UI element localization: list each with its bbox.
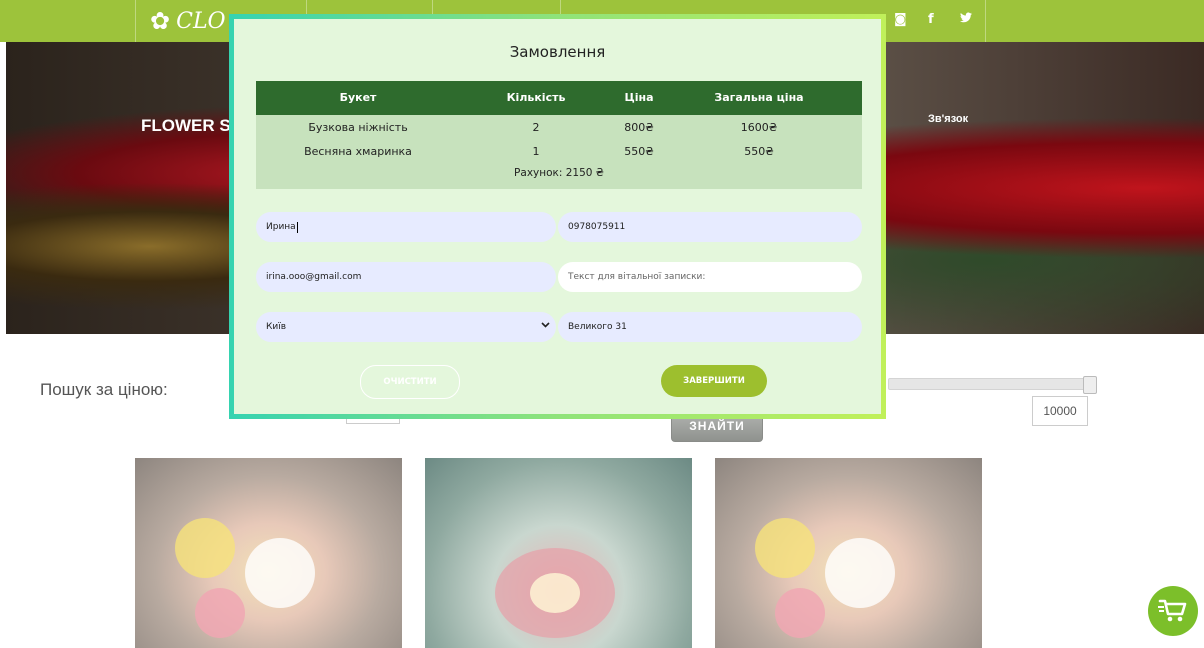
facebook-icon[interactable]: f [928,12,934,27]
email-input[interactable]: irina.ooo@gmail.com [256,262,556,292]
clear-button[interactable]: ОЧИСТИТИ [360,365,460,399]
price-search-label: Пошук за ціною: [40,380,168,399]
phone-input[interactable]: 0978075911 [558,212,862,242]
name-input[interactable]: Ирина [256,212,556,242]
greeting-note-input[interactable]: Текст для вітальної записки: [558,262,862,292]
quantity: 2 [532,121,540,134]
modal-title: Замовлення [509,43,606,61]
table-header: Букет Кількість Ціна Загальна ціна [256,81,862,115]
finish-button[interactable]: ЗАВЕРШИТИ [661,365,767,397]
bouquet-image [775,588,825,638]
slider-handle[interactable] [1083,376,1097,394]
address-input[interactable]: Великого 31 [558,312,862,342]
city-value: Київ [266,322,287,332]
bouquet-image [530,573,580,613]
order-modal: Замовлення Букет Кількість Ціна Загальна… [229,14,886,419]
column-header: Ціна [624,91,654,104]
twitter-icon[interactable] [960,12,972,27]
quantity: 1 [532,145,540,158]
bill-total: Рахунок: 2150 ₴ [514,167,604,179]
bouquet-image [175,518,235,578]
text-cursor [296,221,298,233]
nav-divider [985,0,986,42]
shopping-cart-icon [1158,599,1187,622]
price-range-slider[interactable] [888,376,1097,394]
total-price: 1600₴ [740,121,778,134]
bouquet-image [825,538,895,608]
max-price-input[interactable]: 10000 [1032,396,1088,426]
bouquet-name: Весняна хмаринка [304,145,412,158]
instagram-icon[interactable]: ◙ [894,12,907,27]
bouquet-image [755,518,815,578]
bouquet-name: Бузкова ніжність [308,121,408,134]
nav-divider [135,0,136,42]
cart-button[interactable] [1148,586,1198,636]
product-card[interactable] [425,458,692,648]
product-card[interactable] [715,458,982,648]
column-header: Букет [339,91,377,104]
column-header: Кількість [506,91,566,104]
order-table: Букет Кількість Ціна Загальна ціна Бузко… [256,81,862,189]
chevron-down-icon [541,320,550,331]
city-select[interactable]: Київ [256,312,556,342]
price: 550₴ [624,145,654,158]
name-value: Ирина [266,222,296,232]
flower-logo-icon: ✿ [150,7,171,35]
price: 800₴ [624,121,654,134]
hero-title: FLOWER SI [141,116,236,135]
contact-link[interactable]: Зв'язок [928,113,968,125]
bouquet-image [195,588,245,638]
product-card[interactable] [135,458,402,648]
column-header: Загальна ціна [714,91,804,104]
bouquet-image [245,538,315,608]
total-price: 550₴ [744,145,774,158]
site-logo[interactable]: ✿ CLO [150,6,226,36]
logo-text: CLO [176,8,226,34]
